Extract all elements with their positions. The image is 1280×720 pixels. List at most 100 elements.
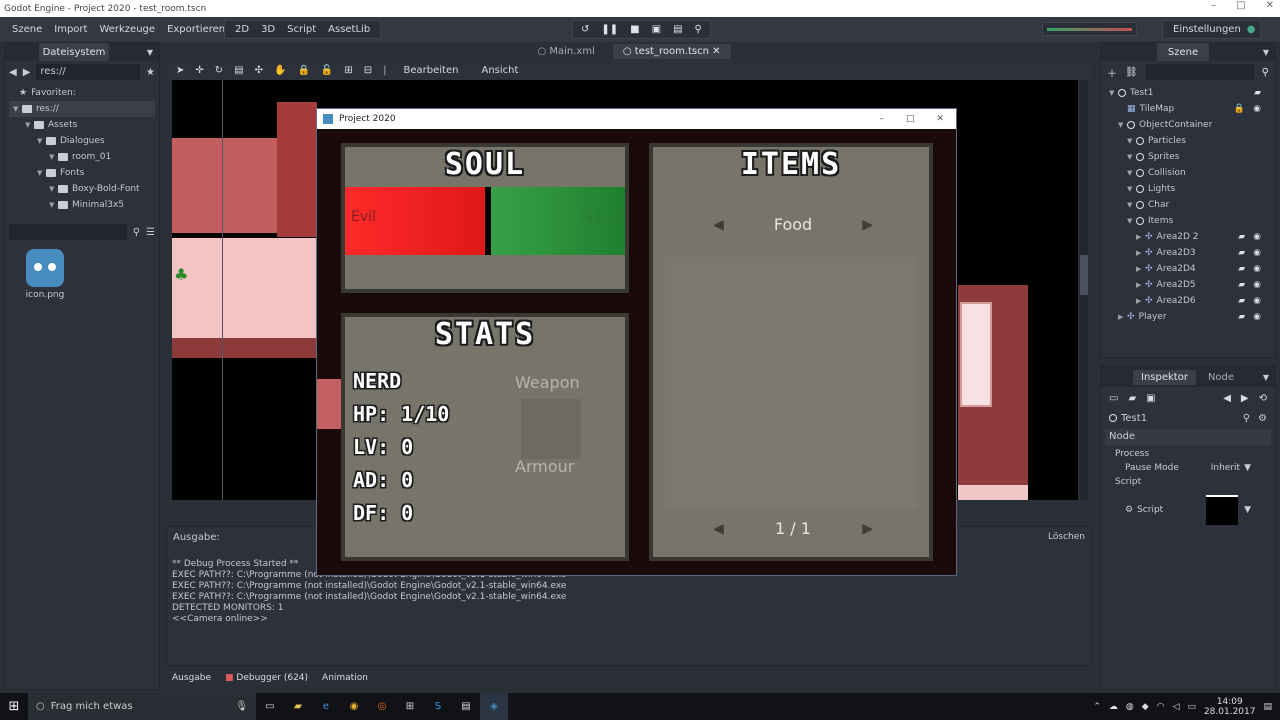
clock[interactable]: 14:09 28.01.2017 [1204, 697, 1256, 717]
gear-icon[interactable]: ⚙ [1258, 413, 1267, 424]
visibility-eye-icon[interactable]: ◉ [1253, 232, 1261, 242]
expand-icon[interactable]: ▼ [49, 201, 58, 209]
stop-icon[interactable]: ■ [630, 24, 639, 35]
tab-animation[interactable]: Animation [322, 673, 368, 683]
expand-icon[interactable]: ▼ [37, 137, 46, 145]
mode-3d[interactable]: 3D [255, 24, 281, 35]
keyboard-icon[interactable]: ▭ [1187, 702, 1196, 712]
expand-icon[interactable]: ▼ [1127, 201, 1136, 209]
search-icon[interactable]: ⚲ [1243, 413, 1250, 424]
expand-icon[interactable]: ▶ [1136, 233, 1145, 241]
app-icon[interactable]: ▤ [452, 693, 480, 720]
visibility-eye-icon[interactable]: ◉ [1253, 280, 1261, 290]
select-tool-icon[interactable]: ➤ [176, 65, 184, 76]
rotate-tool-icon[interactable]: ↻ [215, 65, 223, 76]
viewport-scrollbar[interactable] [1080, 80, 1088, 500]
menu-ansicht[interactable]: Ansicht [475, 65, 524, 76]
tab-inspektor[interactable]: Inspektor [1133, 369, 1196, 385]
menu-bearbeiten[interactable]: Bearbeiten [398, 65, 465, 76]
weapon-slot[interactable] [521, 399, 581, 459]
mode-script[interactable]: Script [281, 24, 322, 35]
maximize-button[interactable]: □ [906, 114, 915, 124]
clear-button[interactable]: Löschen [1048, 532, 1085, 542]
expand-icon[interactable]: ▼ [13, 105, 22, 113]
pan-tool-icon[interactable]: ✋ [274, 65, 286, 76]
script-icon[interactable]: ▰ [1238, 280, 1245, 290]
tray-shield-icon[interactable]: ◆ [1142, 702, 1149, 712]
script-icon[interactable]: ▰ [1238, 248, 1245, 258]
pivot-tool-icon[interactable]: ✣ [255, 65, 263, 76]
scene-tree-item[interactable]: ▼ Char [1105, 197, 1271, 213]
scene-tree-item[interactable]: ▶ ✣ Area2D4 ▰ ◉ [1105, 261, 1271, 277]
lock-icon[interactable]: 🔒 [297, 65, 309, 76]
visibility-eye-icon[interactable]: ◉ [1253, 248, 1261, 258]
tab-dateisystem[interactable]: Dateisystem [39, 43, 109, 61]
lock-icon[interactable]: 🔒 [1234, 104, 1245, 114]
fs-tree-item[interactable]: ▼ Assets [9, 117, 155, 133]
scene-tree-item[interactable]: ▼ Test1 ▰ [1105, 85, 1271, 101]
section-process[interactable]: Process [1101, 447, 1275, 461]
minimize-button[interactable]: – [1211, 0, 1216, 11]
tray-chevron-icon[interactable]: ⌃ [1093, 702, 1101, 712]
history-back-icon[interactable]: ◀ [1223, 393, 1231, 404]
visibility-eye-icon[interactable]: ◉ [1253, 264, 1261, 274]
prev-page-icon[interactable]: ◀ [713, 521, 724, 537]
notifications-icon[interactable]: ▤ [1263, 702, 1272, 712]
item-grid[interactable] [665, 257, 917, 509]
maximize-button[interactable]: □ [1236, 0, 1245, 11]
fs-tree-item[interactable]: ▼ Boxy-Bold-Font [9, 181, 155, 197]
expand-icon[interactable]: ▶ [1136, 265, 1145, 273]
menu-exportieren[interactable]: Exportieren [161, 24, 231, 35]
next-category-icon[interactable]: ▶ [862, 217, 873, 233]
menu-werkzeuge[interactable]: Werkzeuge [93, 24, 161, 35]
history-icon[interactable]: ⟲ [1259, 393, 1267, 404]
menu-import[interactable]: Import [48, 24, 93, 35]
fs-tree-item[interactable]: ▼ Minimal3x5 [9, 197, 155, 213]
tab-debugger[interactable]: ■ Debugger (624) [225, 673, 308, 683]
volume-icon[interactable]: ◁ [1173, 702, 1180, 712]
settings-button[interactable]: Einstellungen ● [1162, 20, 1261, 39]
script-icon[interactable]: ▰ [1238, 264, 1245, 274]
file-search-input[interactable] [9, 224, 127, 240]
file-icon-png[interactable]: icon.png [25, 249, 65, 300]
windows-start-icon[interactable]: ⊞ [0, 693, 28, 720]
visibility-eye-icon[interactable]: ◉ [1253, 104, 1261, 114]
node-filter-input[interactable] [1145, 64, 1254, 80]
restart-icon[interactable]: ↺ [581, 24, 589, 35]
close-button[interactable]: ✕ [936, 114, 944, 124]
chevron-down-icon[interactable]: ▼ [1244, 505, 1251, 515]
scene-tree-item[interactable]: ▶ ✣ Area2D6 ▰ ◉ [1105, 293, 1271, 309]
list-view-icon[interactable]: ☰ [146, 227, 155, 238]
chevron-down-icon[interactable]: ▼ [1244, 463, 1251, 473]
visibility-eye-icon[interactable]: ◉ [1253, 296, 1261, 306]
ungroup-icon[interactable]: ⊟ [364, 65, 372, 76]
expand-icon[interactable]: ▼ [1127, 169, 1136, 177]
link-icon[interactable]: ⛓ [1125, 67, 1138, 78]
expand-icon[interactable]: ▼ [1127, 137, 1136, 145]
path-input[interactable]: res:// [36, 64, 141, 80]
script-icon[interactable]: ▰ [1238, 296, 1245, 306]
expand-icon[interactable]: ▼ [1127, 185, 1136, 193]
microphone-icon[interactable]: 🎙 [235, 701, 248, 712]
close-tab-icon[interactable]: ✕ [712, 46, 720, 57]
group-icon[interactable]: ⊞ [344, 65, 352, 76]
play-scene-icon[interactable]: ▣ [652, 24, 661, 35]
tab-ausgabe[interactable]: Ausgabe [172, 673, 211, 683]
expand-icon[interactable]: ▶ [1136, 297, 1145, 305]
steam-icon[interactable]: ◍ [1126, 702, 1134, 712]
mode-assetlib[interactable]: AssetLib [322, 24, 376, 35]
tab-test-room[interactable]: ○ test_room.tscn ✕ [612, 43, 731, 59]
expand-icon[interactable]: ▼ [1127, 153, 1136, 161]
scene-tree-item[interactable]: ▶ ✣ Area2D 2 ▰ ◉ [1105, 229, 1271, 245]
scene-tree-item[interactable]: ▼ Items [1105, 213, 1271, 229]
debug-options-icon[interactable]: ⚲ [695, 24, 702, 35]
dock-menu-icon[interactable]: ▼ [1263, 373, 1269, 382]
scene-tree-item[interactable]: ▦ TileMap 🔒 ◉ [1105, 101, 1271, 117]
scene-tree-item[interactable]: ▶ ✣ Area2D5 ▰ ◉ [1105, 277, 1271, 293]
minimize-button[interactable]: – [879, 114, 884, 124]
scene-tree-item[interactable]: ▼ Lights [1105, 181, 1271, 197]
scene-tree-item[interactable]: ▼ Particles [1105, 133, 1271, 149]
store-icon[interactable]: ⊞ [396, 693, 424, 720]
expand-icon[interactable]: ▼ [1118, 121, 1127, 129]
prev-category-icon[interactable]: ◀ [713, 217, 724, 233]
